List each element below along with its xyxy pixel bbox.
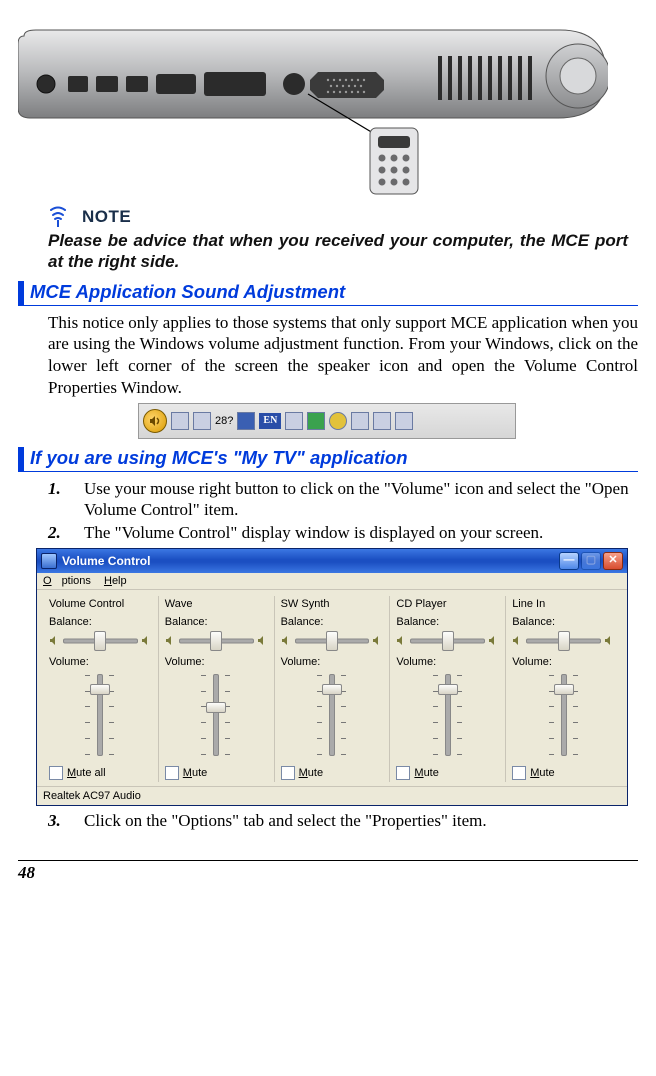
mute-label: Mute — [414, 767, 438, 779]
mixer-channel: SW Synth Balance: Volume: Mute — [274, 596, 390, 782]
speaker-right-icon — [141, 635, 152, 646]
speaker-right-icon — [372, 635, 383, 646]
tray-text: 28? — [215, 415, 233, 427]
wireless-note-icon — [48, 206, 76, 228]
checkbox[interactable] — [512, 766, 526, 780]
mute-label: Mute all — [67, 767, 106, 779]
page-number: 48 — [18, 860, 638, 883]
mixer-channel: Wave Balance: Volume: Mute — [158, 596, 274, 782]
speaker-icon — [143, 409, 167, 433]
close-button[interactable]: ✕ — [603, 552, 623, 570]
list-item: 2. The "Volume Control" display window i… — [48, 522, 638, 544]
systray-figure: 28? EN — [138, 403, 516, 439]
speaker-right-icon — [604, 635, 615, 646]
step-text: Click on the "Options" tab and select th… — [84, 810, 638, 832]
balance-slider[interactable] — [512, 630, 615, 652]
balance-slider[interactable] — [165, 630, 268, 652]
note-text: Please be advice that when you received … — [48, 230, 628, 273]
volume-label: Volume: — [165, 656, 268, 668]
volume-slider[interactable] — [396, 670, 499, 760]
volume-label: Volume: — [281, 656, 384, 668]
app-icon — [41, 553, 57, 569]
balance-label: Balance: — [512, 616, 615, 628]
mute-checkbox-row[interactable]: Mute — [396, 766, 499, 780]
menu-options[interactable]: Options — [43, 575, 91, 587]
section-title: MCE Application Sound Adjustment — [30, 281, 345, 305]
volume-label: Volume: — [49, 656, 152, 668]
speaker-left-icon — [512, 635, 523, 646]
ordered-list-cont: 3. Click on the "Options" tab and select… — [48, 810, 638, 832]
tray-icon — [395, 412, 413, 430]
list-item: 1. Use your mouse right button to click … — [48, 478, 638, 522]
channel-name: Line In — [512, 598, 615, 610]
balance-slider[interactable] — [281, 630, 384, 652]
volume-slider[interactable] — [49, 670, 152, 760]
balance-label: Balance: — [165, 616, 268, 628]
laptop-side-figure — [18, 18, 608, 198]
tray-icon — [329, 412, 347, 430]
mute-label: Mute — [299, 767, 323, 779]
channel-name: SW Synth — [281, 598, 384, 610]
ordered-list: 1. Use your mouse right button to click … — [48, 478, 638, 544]
window-title: Volume Control — [62, 554, 559, 568]
ime-indicator: EN — [259, 413, 281, 429]
section1-paragraph: This notice only applies to those system… — [48, 312, 638, 399]
note-label-text: NOTE — [82, 207, 131, 227]
checkbox[interactable] — [281, 766, 295, 780]
maximize-button[interactable]: ▢ — [581, 552, 601, 570]
note-label: NOTE — [48, 206, 628, 228]
tray-icon — [351, 412, 369, 430]
step-text: Use your mouse right button to click on … — [84, 478, 638, 522]
checkbox[interactable] — [49, 766, 63, 780]
channel-name: CD Player — [396, 598, 499, 610]
volume-control-window: Volume Control — ▢ ✕ Options Help Volume… — [36, 548, 628, 806]
mute-label: Mute — [530, 767, 554, 779]
mute-checkbox-row[interactable]: Mute — [512, 766, 615, 780]
minimize-button[interactable]: — — [559, 552, 579, 570]
mixer-channel: Volume Control Balance: Volume: Mute all — [43, 596, 158, 782]
mute-checkbox-row[interactable]: Mute — [281, 766, 384, 780]
speaker-left-icon — [281, 635, 292, 646]
volume-label: Volume: — [512, 656, 615, 668]
section-heading-mce-sound: MCE Application Sound Adjustment — [18, 281, 638, 306]
mute-checkbox-row[interactable]: Mute all — [49, 766, 152, 780]
mute-checkbox-row[interactable]: Mute — [165, 766, 268, 780]
mute-label: Mute — [183, 767, 207, 779]
tray-icon — [237, 412, 255, 430]
speaker-right-icon — [488, 635, 499, 646]
balance-slider[interactable] — [49, 630, 152, 652]
status-bar: Realtek AC97 Audio — [37, 786, 627, 805]
balance-slider[interactable] — [396, 630, 499, 652]
menu-bar: Options Help — [37, 573, 627, 590]
volume-slider[interactable] — [512, 670, 615, 760]
section-heading-mytv: If you are using MCE's "My TV" applicati… — [18, 447, 638, 472]
speaker-left-icon — [396, 635, 407, 646]
tray-icon — [307, 412, 325, 430]
section-title: If you are using MCE's "My TV" applicati… — [30, 447, 408, 471]
titlebar: Volume Control — ▢ ✕ — [37, 549, 627, 573]
list-item: 3. Click on the "Options" tab and select… — [48, 810, 638, 832]
tray-icon — [193, 412, 211, 430]
ime-text: EN — [263, 415, 277, 426]
speaker-left-icon — [165, 635, 176, 646]
speaker-left-icon — [49, 635, 60, 646]
volume-slider[interactable] — [165, 670, 268, 760]
tray-icon — [373, 412, 391, 430]
channel-name: Wave — [165, 598, 268, 610]
speaker-right-icon — [257, 635, 268, 646]
menu-help[interactable]: Help — [104, 575, 127, 587]
step-text: The "Volume Control" display window is d… — [84, 522, 638, 544]
mixer-channel: CD Player Balance: Volume: Mute — [389, 596, 505, 782]
mixer-channel: Line In Balance: Volume: Mute — [505, 596, 621, 782]
checkbox[interactable] — [396, 766, 410, 780]
channel-name: Volume Control — [49, 598, 152, 610]
tray-icon — [285, 412, 303, 430]
tray-icon — [171, 412, 189, 430]
volume-label: Volume: — [396, 656, 499, 668]
balance-label: Balance: — [281, 616, 384, 628]
balance-label: Balance: — [49, 616, 152, 628]
balance-label: Balance: — [396, 616, 499, 628]
checkbox[interactable] — [165, 766, 179, 780]
volume-slider[interactable] — [281, 670, 384, 760]
